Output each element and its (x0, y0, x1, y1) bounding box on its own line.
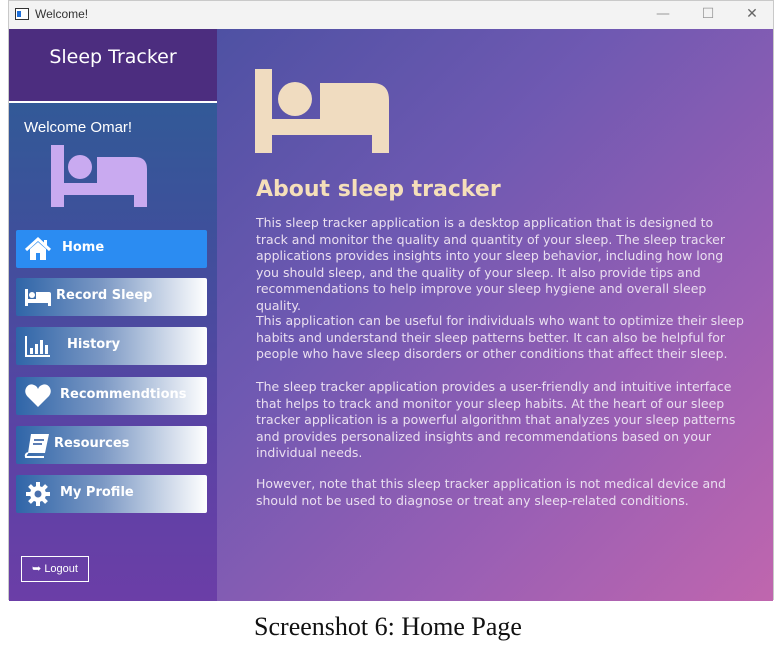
sidebar-item-my-profile[interactable]: My Profile (16, 475, 207, 513)
brand-header: Sleep Tracker (9, 29, 217, 103)
paragraph: However, note that this sleep tracker ap… (256, 476, 726, 508)
sidebar-item-recommendtions[interactable]: Recommendtions (16, 377, 207, 415)
sidebar-item-home[interactable]: Home (16, 230, 207, 268)
logout-icon: ➥ (32, 563, 42, 575)
logout-label: Logout (44, 563, 78, 575)
app-name: Sleep Tracker (49, 46, 177, 68)
sidebar-item-label: Resources (54, 436, 130, 451)
minimize-button[interactable]: — (653, 5, 673, 23)
sidebar-item-label: My Profile (60, 485, 134, 500)
sidebar-item-label: Home (62, 240, 105, 255)
maximize-button[interactable]: ☐ (698, 5, 718, 23)
paragraph: The sleep tracker application provides a… (256, 379, 736, 460)
sidebar-item-label: Record Sleep (56, 288, 153, 303)
app-window: Welcome! — ☐ ✕ Sleep Tracker Welcome Oma… (8, 0, 774, 601)
bed-icon (255, 69, 389, 153)
bed-icon (51, 145, 147, 207)
sidebar-item-resources[interactable]: Resources (16, 426, 207, 464)
close-button[interactable]: ✕ (742, 5, 762, 23)
home-icon (24, 236, 52, 260)
window-title: Welcome! (35, 7, 89, 21)
heart-icon (25, 384, 51, 407)
sidebar: Sleep Tracker Welcome Omar! Home Record … (9, 29, 217, 601)
main-content: About sleep tracker This sleep tracker a… (217, 29, 773, 601)
sidebar-item-history[interactable]: History (16, 327, 207, 365)
bar-chart-icon (25, 336, 50, 357)
app-icon (15, 8, 29, 20)
figure-caption: Screenshot 6: Home Page (254, 612, 522, 641)
page-title: About sleep tracker (256, 177, 501, 202)
logout-button[interactable]: ➥ Logout (21, 556, 89, 582)
book-icon (24, 434, 49, 458)
paragraph: This sleep tracker application is a desk… (256, 215, 725, 313)
title-bar: Welcome! — ☐ ✕ (9, 1, 773, 30)
paragraph: This application can be useful for indiv… (256, 313, 744, 361)
sidebar-item-record-sleep[interactable]: Record Sleep (16, 278, 207, 316)
sidebar-item-label: Recommendtions (60, 387, 187, 402)
sidebar-item-label: History (67, 337, 121, 352)
bed-icon (25, 289, 51, 306)
welcome-message: Welcome Omar! (24, 119, 133, 136)
gear-icon (26, 482, 50, 506)
